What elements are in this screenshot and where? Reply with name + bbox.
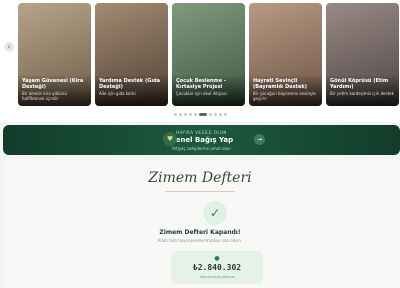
card-description: Aile için gıda kolisi (99, 91, 136, 96)
card-description: Bir yetim kardeşimiz için destek (330, 91, 394, 96)
carousel-dot[interactable] (183, 113, 187, 116)
campaign-card[interactable]: Gönül Köprüsü (Etim Yardımı) Bir yetim ka… (326, 3, 399, 106)
person-icon: ● (214, 255, 220, 262)
ledger-title: Zimem Defteri (148, 170, 252, 186)
campaign-card[interactable]: Hayrati Sevinçli (Bayramlık Destek) Bir ç… (249, 3, 322, 106)
carousel-dot[interactable] (188, 113, 192, 116)
title-divider (165, 191, 235, 192)
card-description: Bir çocuğun bayramını sevinçle geçirin (253, 91, 316, 101)
card-description: Bir ailenin kira yükünü hafifletmek için… (22, 91, 67, 101)
arrow-right-icon[interactable]: → (254, 134, 265, 145)
card-title: Çocuk Beslenme - Kırtasiye Projesi (176, 78, 226, 90)
carousel-dot[interactable] (213, 113, 217, 116)
ledger-thanks-text: Allah tüm hayırseverlerimizden razı olsu… (157, 238, 243, 243)
card-title: Gönül Köprüsü (Etim Yardımı) (330, 78, 389, 90)
ledger-closed-title: Zimem Defteri Kapandı! (159, 229, 241, 236)
carousel-track: Yaşam Güvenesi (Kira Desteği) Bir ailenin… (18, 3, 400, 106)
carousel-pagination (0, 113, 400, 116)
total-label: TOPLAM BAĞIŞ MİKTARI (199, 275, 235, 279)
banner-eyebrow: HAYIRA VESİLE OLUN (176, 130, 227, 135)
card-caption: Gönül Köprüsü (Etim Yardımı) Bir yetim ka… (326, 76, 399, 106)
carousel-dot[interactable] (208, 113, 212, 116)
carousel-dot[interactable] (173, 113, 177, 116)
campaign-carousel: Yaşam Güvenesi (Kira Desteği) Bir ailenin… (0, 0, 400, 122)
carousel-dot[interactable] (193, 113, 197, 116)
campaign-card[interactable]: Yaşam Güvenesi (Kira Desteği) Bir ailenin… (18, 3, 91, 106)
card-title: Yardıma Destek (Gıda Desteği) (99, 78, 161, 90)
card-caption: Çocuk Beslenme - Kırtasiye Projesi Çocukl… (172, 76, 245, 106)
banner-subtitle: İhtiyaç sahiplerine umut olun (172, 146, 231, 151)
total-donation-box: ● ₺2.840.302 TOPLAM BAĞIŞ MİKTARI (171, 251, 263, 284)
card-title: Yaşam Güvenesi (Kira Desteği) (22, 78, 84, 90)
carousel-dot[interactable] (223, 113, 227, 116)
carousel-dot[interactable] (198, 113, 207, 116)
card-caption: Yardıma Destek (Gıda Desteği) Aile için g… (95, 76, 168, 106)
card-caption: Yaşam Güvenesi (Kira Desteği) Bir ailenin… (18, 76, 91, 106)
banner-title: Genel Bağış Yap (169, 136, 234, 144)
card-title: Hayrati Sevinçli (Bayramlık Destek) (253, 78, 308, 90)
check-icon: ✓ (203, 201, 227, 225)
carousel-dot[interactable] (178, 113, 182, 116)
card-caption: Hayrati Sevinçli (Bayramlık Destek) Bir ç… (249, 76, 322, 106)
campaign-card[interactable]: Çocuk Beslenme - Kırtasiye Projesi Çocukl… (172, 3, 245, 106)
hand-heart-icon: ♥ (163, 132, 177, 146)
general-donation-banner[interactable]: HAYIRA VESİLE OLUN Genel Bağış Yap İhtiy… (3, 125, 400, 155)
card-description: Çocuklar için okul ihtiyacı (176, 91, 228, 96)
campaign-card[interactable]: Yardıma Destek (Gıda Desteği) Aile için g… (95, 3, 168, 106)
carousel-dot[interactable] (218, 113, 222, 116)
chevron-left-icon[interactable]: ‹ (4, 42, 14, 52)
total-amount: ₺2.840.302 (192, 263, 242, 272)
